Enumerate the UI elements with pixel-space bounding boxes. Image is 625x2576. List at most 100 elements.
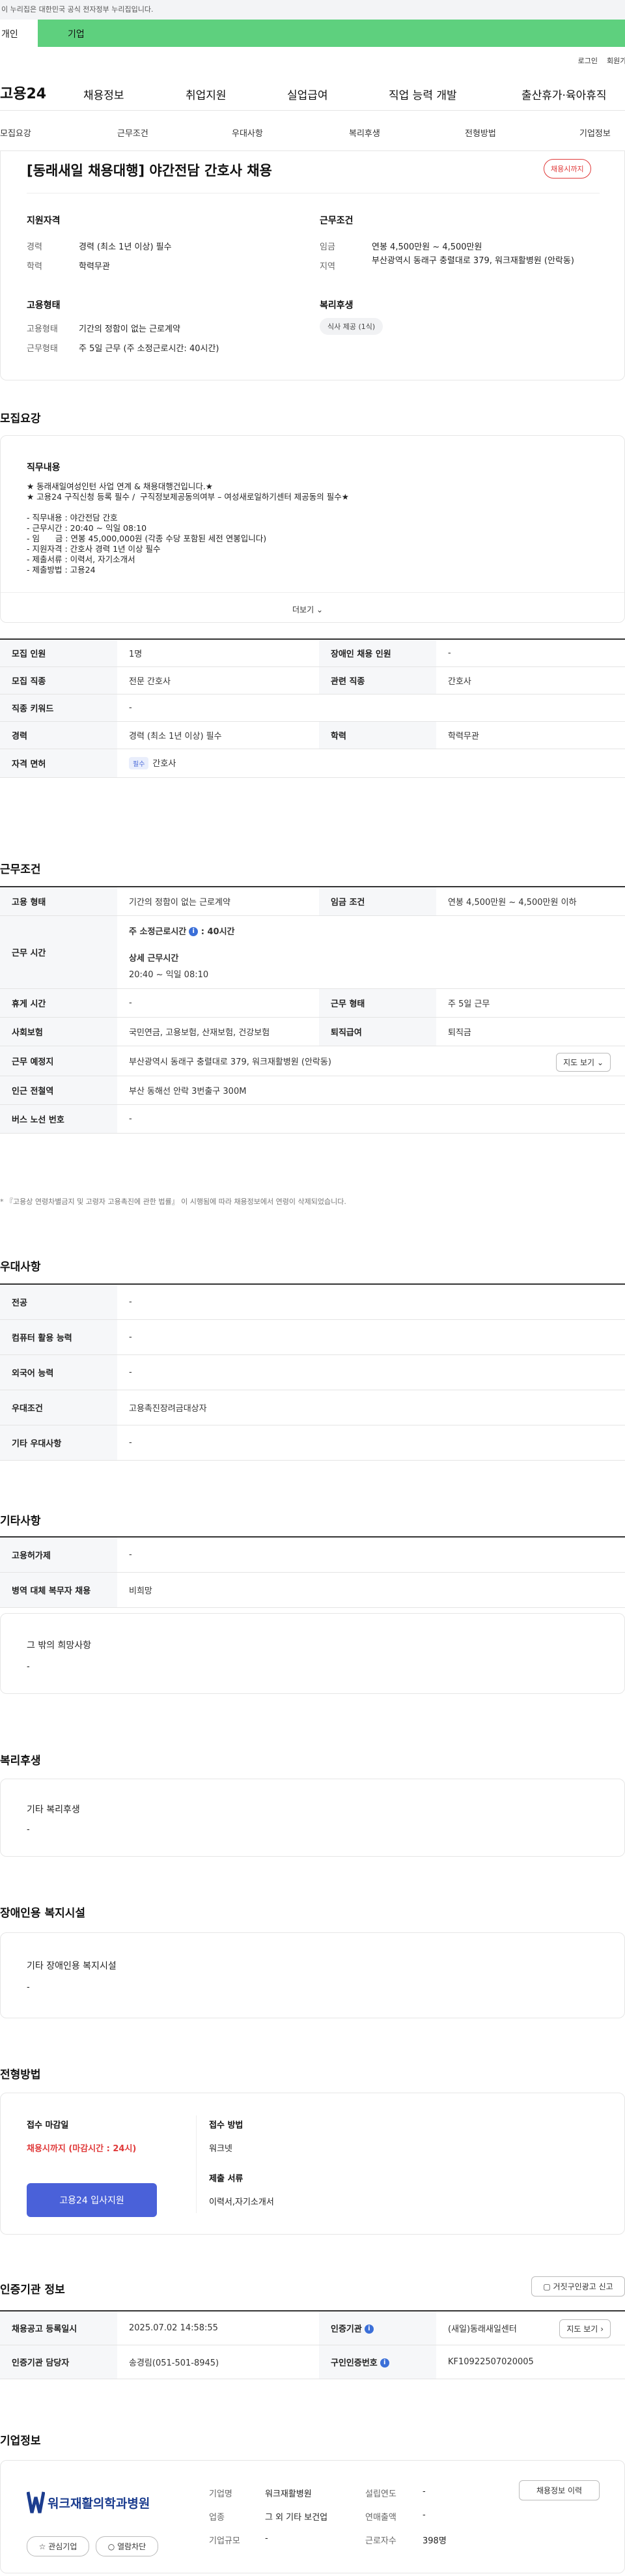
cell-value: 퇴직금 bbox=[436, 1017, 625, 1046]
company-heading: 기업정보 bbox=[0, 2435, 41, 2448]
block-button[interactable]: ○ 열람차단 bbox=[96, 2536, 158, 2556]
cell-value: - bbox=[117, 988, 319, 1018]
subnav-preference[interactable]: 우대사항 bbox=[232, 126, 263, 139]
gnb-support[interactable]: 취업지원 bbox=[186, 86, 227, 102]
cell-value: KF10922507020005 bbox=[436, 2345, 625, 2379]
cell-label: 근무 예정지 bbox=[0, 1046, 117, 1076]
more-button[interactable]: 더보기 ⌄ bbox=[292, 604, 323, 615]
method-value: 워크넷 bbox=[209, 2144, 232, 2154]
cell-label: 인증기관 i bbox=[319, 2311, 436, 2345]
subnav-welfare[interactable]: 복리후생 bbox=[349, 126, 380, 139]
cell-label: 인증기관 담당자 bbox=[0, 2345, 117, 2379]
license-value: 간호사 bbox=[152, 759, 176, 769]
table-row: 휴게 시간 - 근무 형태 주 5일 근무 bbox=[0, 988, 625, 1018]
cell-value: - bbox=[436, 639, 625, 667]
work-form-value: 주 5일 근무 (주 소정근로시간: 40시간) bbox=[79, 344, 219, 354]
cell-label: 퇴직급여 bbox=[319, 1017, 436, 1046]
subnav-selection[interactable]: 전형방법 bbox=[465, 126, 496, 139]
wage-value: 연봉 4,500만원 ~ 4,500만원 bbox=[372, 242, 482, 252]
cell-label: 장애인 채용 인원 bbox=[319, 639, 436, 667]
info-icon[interactable]: i bbox=[380, 2358, 389, 2368]
year-value: - bbox=[423, 2487, 426, 2497]
employees-value: 398명 bbox=[423, 2536, 447, 2546]
duty-line: - 제출방법 : 고용24 bbox=[27, 565, 96, 575]
emp-type-value: 기간의 정함이 없는 근로계약 bbox=[79, 324, 180, 334]
cell-value: 연봉 4,500만원 ~ 4,500만원 이하 bbox=[436, 887, 625, 916]
cell-label: 버스 노선 번호 bbox=[0, 1104, 117, 1134]
table-row: 버스 노선 번호 - bbox=[0, 1104, 625, 1134]
apply-button[interactable]: 고용24 입사지원 bbox=[27, 2183, 157, 2217]
industry-label: 업종 bbox=[209, 2513, 225, 2523]
table-row: 사회보험 국민연금, 고용보험, 산재보험, 건강보험 퇴직급여 퇴직금 bbox=[0, 1017, 625, 1046]
etc-heading: 기타사항 bbox=[0, 1515, 41, 1528]
docs-value: 이력서,자기소개서 bbox=[209, 2197, 274, 2207]
cert-table: 채용공고 등록일시 2025.07.02 14:58:55 인증기관 i (새일)… bbox=[0, 2310, 625, 2379]
table-row: 외국어 능력 - bbox=[0, 1354, 625, 1390]
qual-heading: 지원자격 bbox=[27, 216, 61, 226]
cell-label: 모집 인원 bbox=[0, 639, 117, 667]
cell-value: 2025.07.02 14:58:55 bbox=[117, 2311, 319, 2345]
company-logo-text: 워크재활의학과병원 bbox=[48, 2496, 150, 2511]
duty-card: 직무내용 ★ 동래새일여성인턴 사업 연계 & 채용대행건입니다.★ ★ 고용24… bbox=[0, 435, 625, 623]
info-icon[interactable]: i bbox=[364, 2325, 374, 2334]
gnb-benefit[interactable]: 실업급여 bbox=[287, 86, 328, 102]
login-link[interactable]: 로그인 bbox=[578, 55, 598, 72]
cell-label: 휴게 시간 bbox=[0, 988, 117, 1018]
table-row: 근무 시간 주 소정근로시간 i : 40시간 상세 근무시간 20:40 ~ 익… bbox=[0, 915, 625, 989]
duty-line: - 임 금 : 연봉 45,000,000원 (각종 수당 포함된 세전 연봉입… bbox=[27, 534, 267, 543]
cell-value: 간호사 bbox=[436, 666, 625, 694]
welfare-box: 기타 복리후생 - bbox=[0, 1779, 625, 1857]
cell-value: 고용촉진장려금대상자 bbox=[117, 1390, 625, 1425]
time-detail-value: 20:40 ~ 익일 08:10 bbox=[129, 969, 209, 980]
subnav-conditions[interactable]: 근무조건 bbox=[117, 126, 148, 139]
gnb-leave[interactable]: 출산휴가·육아휴직 bbox=[521, 86, 607, 102]
duty-line bbox=[27, 502, 349, 513]
table-row: 근무 예정지 부산광역시 동래구 충렬대로 379, 워크재활병원 (안락동) … bbox=[0, 1046, 625, 1076]
cell-label: 채용공고 등록일시 bbox=[0, 2311, 117, 2345]
cell-label: 외국어 능력 bbox=[0, 1354, 117, 1390]
disabled-heading: 장애인용 복지시설 bbox=[0, 1907, 86, 1920]
duty-heading: 직무내용 bbox=[27, 463, 61, 473]
cell-value: 부산 동해선 안락 3번출구 300M bbox=[117, 1076, 625, 1105]
cell-value: 부산광역시 동래구 충렬대로 379, 워크재활병원 (안락동) 지도 보기 ⌄ bbox=[117, 1046, 625, 1076]
gnb-training[interactable]: 직업 능력 개발 bbox=[389, 86, 457, 102]
gnb-jobs[interactable]: 채용정보 bbox=[83, 86, 124, 102]
tab-business[interactable]: 기업 bbox=[38, 20, 625, 47]
cell-label: 임금 조건 bbox=[319, 887, 436, 916]
site-logo[interactable]: 고용24 bbox=[0, 82, 46, 103]
table-row: 우대조건 고용촉진장려금대상자 bbox=[0, 1390, 625, 1425]
cell-value: 경력 (최소 1년 이상) 필수 bbox=[117, 721, 319, 749]
info-icon[interactable]: i bbox=[189, 927, 199, 936]
table-row: 기타 우대사항 - bbox=[0, 1425, 625, 1461]
cell-label: 모집 직종 bbox=[0, 666, 117, 694]
welfare-tag: 식사 제공 (1식) bbox=[320, 318, 383, 335]
report-button[interactable]: ▢ 거짓구인광고 신고 bbox=[531, 2276, 625, 2297]
utility-links: 로그인 회원가입 bbox=[0, 47, 625, 72]
cert-heading: 인증기관 정보 bbox=[0, 2283, 65, 2297]
fav-button[interactable]: ☆ 관심기업 bbox=[27, 2536, 89, 2556]
duty-text: ★ 동래새일여성인턴 사업 연계 & 채용대행건입니다.★ ★ 고용24 구직신청… bbox=[27, 481, 349, 575]
duty-line: - 지원자격 : 간호사 경력 1년 이상 필수 bbox=[27, 544, 161, 554]
cell-value: 1명 bbox=[117, 639, 319, 667]
method-heading: 접수 방법 bbox=[209, 2121, 243, 2130]
welfare-heading: 복리후생 bbox=[320, 300, 354, 311]
cell-value: - bbox=[117, 1319, 625, 1355]
size-label: 기업규모 bbox=[209, 2536, 240, 2546]
subnav-recruit[interactable]: 모집요강 bbox=[0, 126, 31, 139]
etc-box-heading: 그 밖의 희망사항 bbox=[27, 1640, 92, 1651]
tab-person[interactable]: 개인 bbox=[0, 20, 38, 47]
join-link[interactable]: 회원가입 bbox=[607, 55, 625, 72]
place-value: 부산광역시 동래구 충렬대로 379, 워크재활병원 (안락동) bbox=[129, 1057, 331, 1067]
map-button[interactable]: 지도 보기 ⌄ bbox=[556, 1052, 611, 1072]
cell-value: 학력무관 bbox=[436, 721, 625, 749]
conditions-heading: 근무조건 bbox=[0, 863, 41, 876]
cert-map-button[interactable]: 지도 보기 › bbox=[559, 2319, 611, 2338]
cell-value: - bbox=[117, 1425, 625, 1461]
table-row: 전공 - bbox=[0, 1284, 625, 1320]
job-title: [동래새일 채용대행] 야간전담 간호사 채용 bbox=[27, 163, 272, 179]
edu-label: 학력 bbox=[27, 262, 42, 272]
subnav-company[interactable]: 기업정보 bbox=[579, 126, 611, 139]
hiring-history-button[interactable]: 채용정보 이력 bbox=[519, 2480, 600, 2500]
table-row: 경력 경력 (최소 1년 이상) 필수 학력 학력무관 bbox=[0, 721, 625, 749]
welfare-heading: 복리후생 bbox=[0, 1754, 41, 1767]
